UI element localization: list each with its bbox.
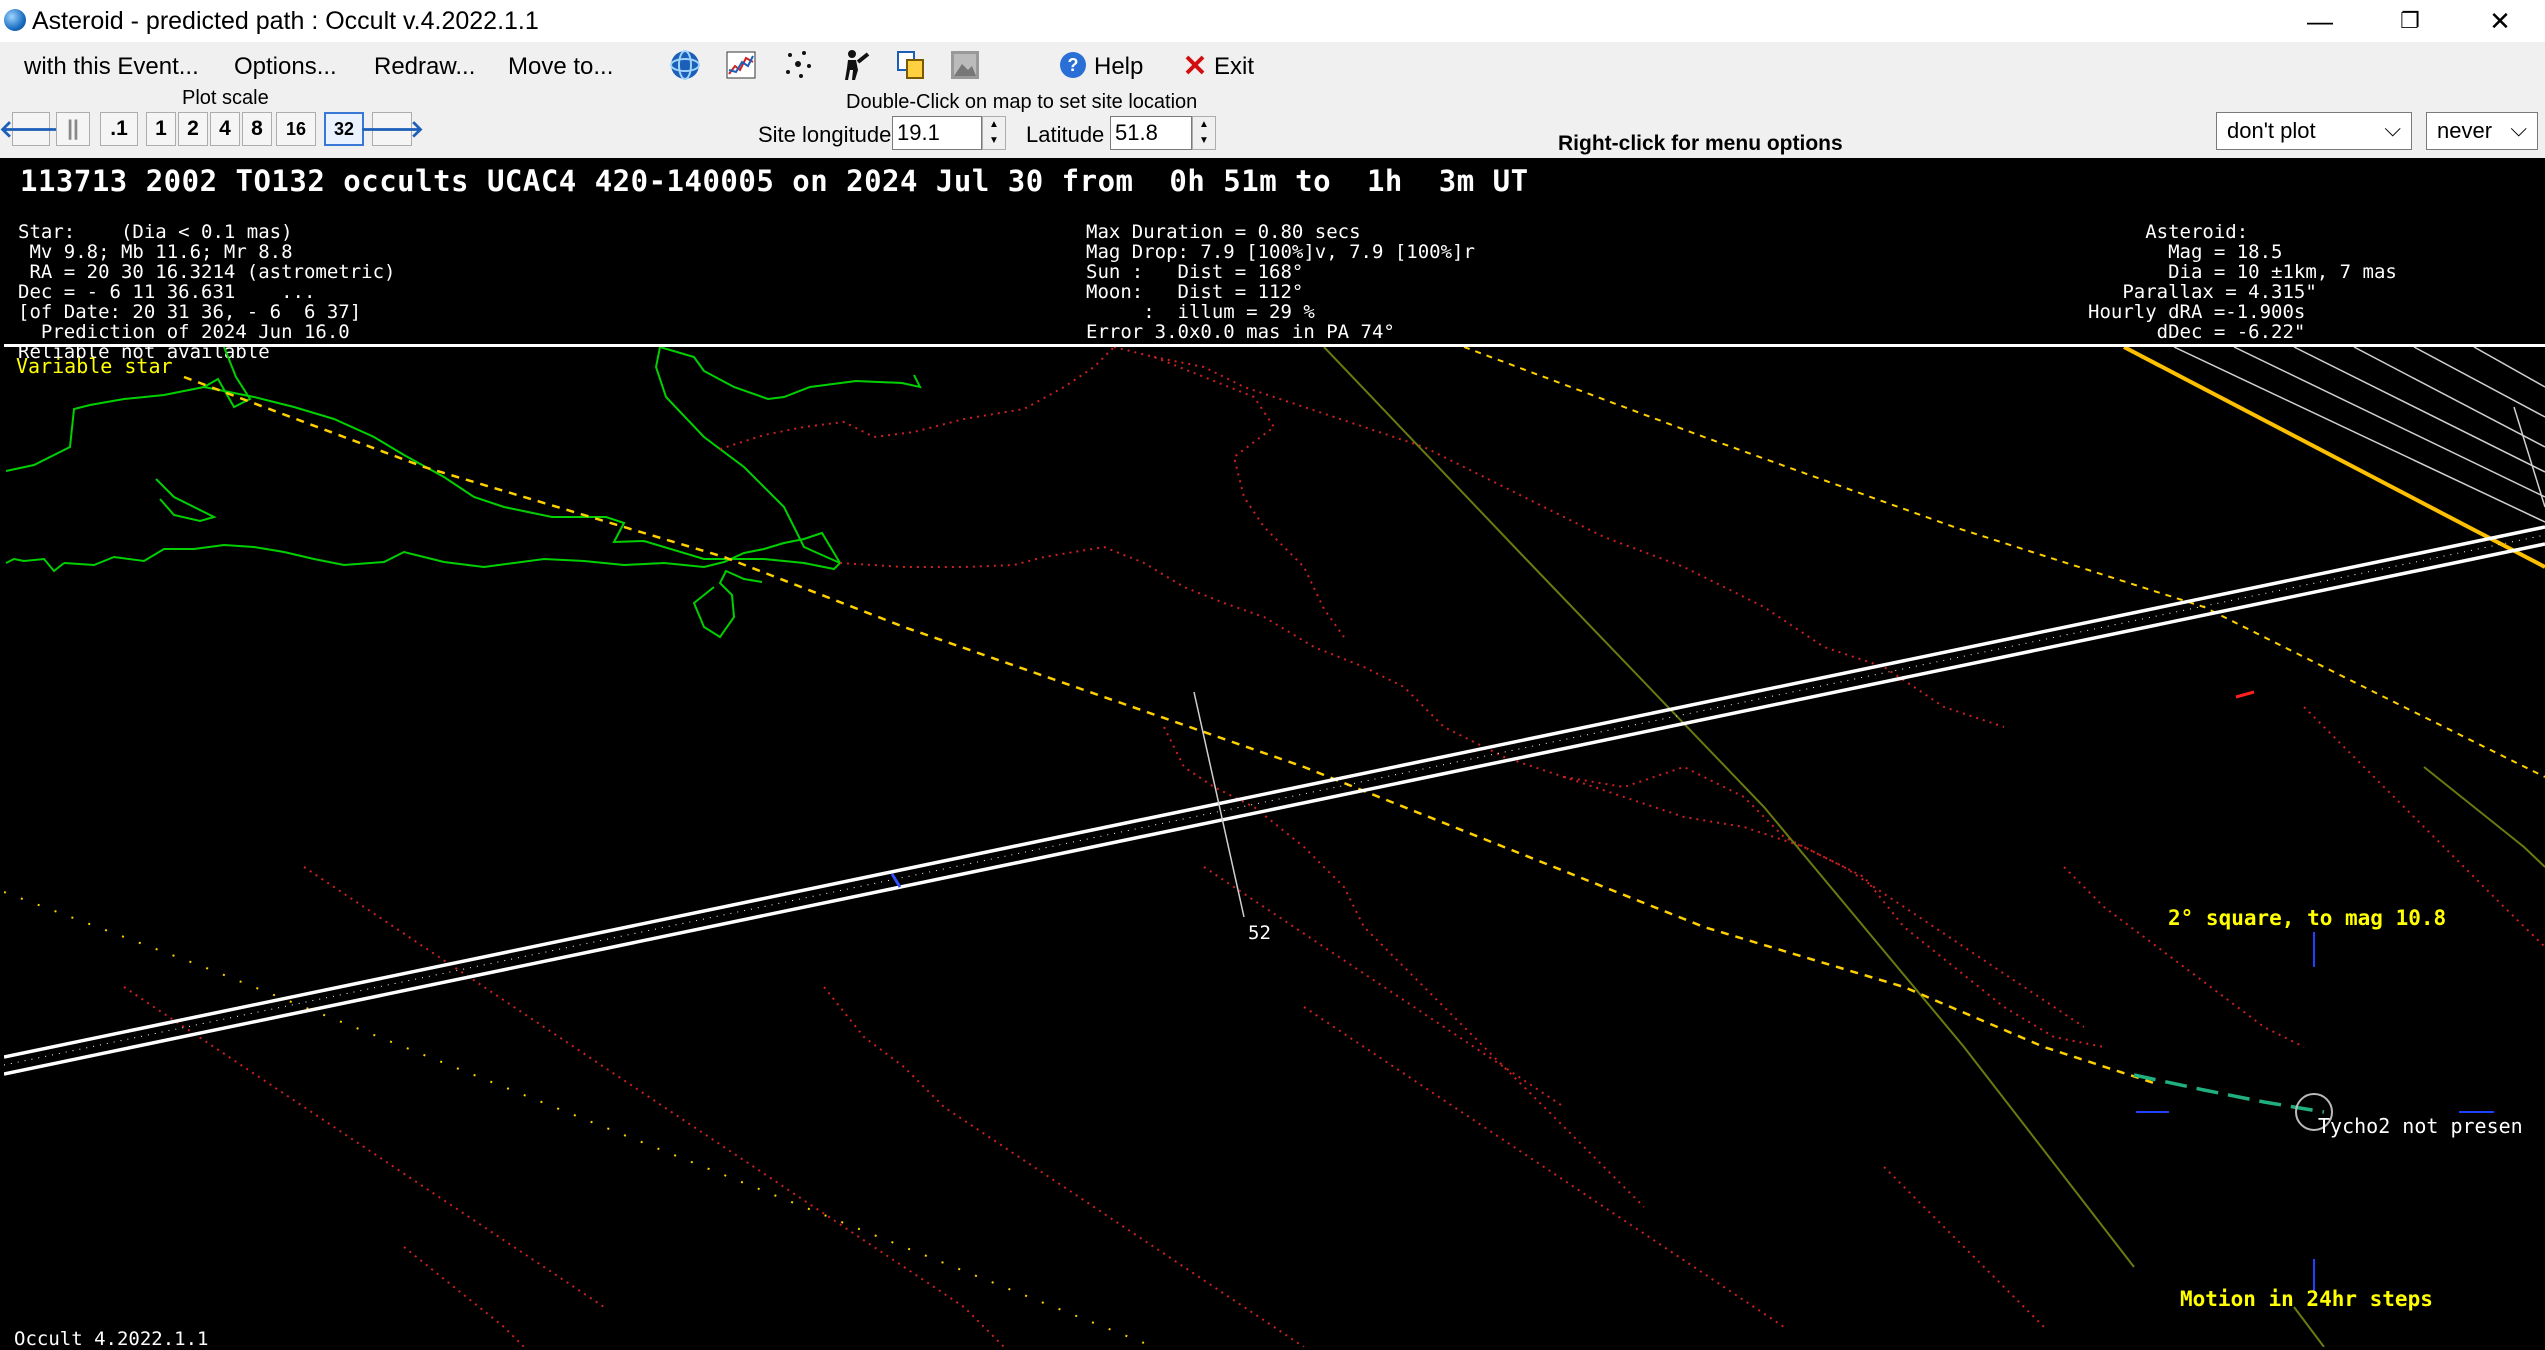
light-curve-icon[interactable] bbox=[724, 48, 758, 82]
event-details: Max Duration = 0.80 secs Mag Drop: 7.9 [… bbox=[1086, 202, 1475, 342]
site-longitude-input[interactable]: 19.1 bbox=[892, 116, 982, 150]
blue-tick bbox=[890, 873, 902, 888]
path-centerline bbox=[4, 534, 2545, 1066]
double-click-hint: Double-Click on map to set site location bbox=[846, 91, 1198, 113]
plot-scale-label: Plot scale bbox=[182, 87, 269, 109]
star-line: Star: (Dia < 0.1 mas) bbox=[18, 221, 293, 243]
never-option-select[interactable]: never ⌵ bbox=[2426, 112, 2538, 150]
never-option-value: never bbox=[2437, 118, 2493, 143]
right-arrow-icon: 🡒 bbox=[359, 116, 425, 143]
latitude-input[interactable]: 51.8 bbox=[1110, 116, 1192, 150]
site-leader-line bbox=[1193, 691, 1245, 918]
asteroid-line: Hourly dRA =-1.900s bbox=[2088, 301, 2306, 323]
asteroid-line: Mag = 18.5 bbox=[2088, 241, 2283, 263]
menu-help[interactable]: Help bbox=[1094, 53, 1143, 81]
solid-yellow-line bbox=[2123, 347, 2545, 569]
scale-button-1[interactable]: 1 bbox=[146, 112, 176, 146]
olive-line-2 bbox=[2423, 766, 2545, 868]
asteroid-line: Parallax = 4.315" bbox=[2088, 281, 2317, 303]
latitude-spinner[interactable]: ▲ ▼ bbox=[1192, 116, 1216, 150]
plot-option-select[interactable]: don't plot ⌵ bbox=[2216, 112, 2412, 150]
asteroid-line: dDec = -6.22" bbox=[2088, 321, 2306, 343]
chevron-down-icon: ⌵ bbox=[2384, 116, 2401, 141]
latitude-label: Latitude bbox=[1026, 122, 1105, 147]
detail-line: Sun : Dist = 168° bbox=[1086, 261, 1304, 283]
image-icon[interactable] bbox=[948, 48, 982, 82]
globe-icon[interactable] bbox=[668, 48, 702, 82]
left-arrow-icon: 🡐 bbox=[0, 116, 64, 143]
red-tick bbox=[2235, 690, 2255, 699]
star-chart-icon[interactable] bbox=[782, 48, 816, 82]
title-bar: Asteroid - predicted path : Occult v.4.2… bbox=[0, 0, 2545, 42]
site-longitude-label: Site longitude bbox=[758, 122, 892, 147]
scale-button-8[interactable]: 8 bbox=[242, 112, 272, 146]
asteroid-line: Asteroid: bbox=[2088, 221, 2249, 243]
menu-options[interactable]: Options... bbox=[234, 53, 337, 81]
olive-line-3 bbox=[2293, 1306, 2325, 1347]
yellow-dotted-line bbox=[4, 891, 1155, 1347]
scale-button-0-1[interactable]: .1 bbox=[100, 112, 138, 146]
menu-redraw[interactable]: Redraw... bbox=[374, 53, 475, 81]
help-icon[interactable]: ? bbox=[1058, 50, 1088, 80]
plot-option-value: don't plot bbox=[2227, 118, 2316, 143]
menu-exit[interactable]: Exit bbox=[1214, 53, 1254, 81]
copy-icon[interactable] bbox=[894, 48, 928, 82]
observer-icon[interactable] bbox=[838, 48, 872, 82]
star-info: Star: (Dia < 0.1 mas) Mv 9.8; Mb 11.6; M… bbox=[18, 202, 396, 362]
exit-x-icon[interactable] bbox=[1182, 52, 1208, 78]
scale-left-arrow-button[interactable]: 🡐 bbox=[0, 112, 63, 146]
asteroid-line: Dia = 10 ±1km, 7 mas bbox=[2088, 261, 2397, 283]
site-longitude-spinner[interactable]: ▲ ▼ bbox=[982, 116, 1006, 150]
menu-move-to[interactable]: Move to... bbox=[508, 53, 613, 81]
site-label: 52 bbox=[1248, 922, 1271, 944]
hatch-lines bbox=[2173, 347, 2545, 523]
scale-button-16[interactable]: 16 bbox=[276, 112, 316, 146]
app-globe-icon bbox=[4, 9, 26, 31]
menu-with-this-event[interactable]: with this Event... bbox=[24, 53, 199, 81]
political-borders bbox=[123, 347, 2545, 1347]
window-title: Asteroid - predicted path : Occult v.4.2… bbox=[32, 7, 539, 35]
svg-text:?: ? bbox=[1068, 55, 1079, 75]
detail-line: Error 3.0x0.0 mas in PA 74° bbox=[1086, 321, 1395, 343]
star-line: Mv 9.8; Mb 11.6; Mr 8.8 bbox=[18, 241, 293, 263]
minimize-button[interactable]: — bbox=[2272, 0, 2368, 42]
scale-right-arrow-button[interactable]: 🡒 bbox=[360, 112, 424, 146]
detail-line: Mag Drop: 7.9 [100%]v, 7.9 [100%]r bbox=[1086, 241, 1475, 263]
scale-button-32[interactable]: 32 bbox=[324, 112, 364, 146]
olive-line bbox=[1323, 347, 2135, 1268]
occultation-path bbox=[4, 525, 2545, 1076]
scale-button-2[interactable]: 2 bbox=[178, 112, 208, 146]
coastlines bbox=[5, 347, 922, 639]
detail-line: : illum = 29 % bbox=[1086, 301, 1315, 323]
chevron-down-icon: ⌵ bbox=[2510, 116, 2527, 141]
square-field-label: 2° square, to mag 10.8 bbox=[2168, 906, 2447, 930]
close-button[interactable]: ✕ bbox=[2452, 0, 2545, 42]
right-click-hint: Right-click for menu options bbox=[1558, 132, 1843, 155]
restore-button[interactable]: ❐ bbox=[2362, 0, 2458, 42]
detail-line: Max Duration = 0.80 secs bbox=[1086, 221, 1361, 243]
event-info-panel: 113713 2002 TO132 occults UCAC4 420-1400… bbox=[4, 158, 2545, 362]
detail-line: Moon: Dist = 112° bbox=[1086, 281, 1304, 303]
yellow-center-path bbox=[183, 375, 2155, 1085]
motion-path bbox=[2133, 1073, 2325, 1114]
motion-steps-label: Motion in 24hr steps bbox=[2180, 1287, 2433, 1311]
square-field-markers bbox=[2136, 932, 2494, 1292]
asteroid-info: Asteroid: Mag = 18.5 Dia = 10 ±1km, 7 ma… bbox=[2088, 202, 2397, 342]
occultation-map[interactable]: 52 bbox=[4, 347, 2545, 1347]
star-line: Prediction of 2024 Jun 16.0 bbox=[18, 321, 350, 343]
scale-button-4[interactable]: 4 bbox=[210, 112, 240, 146]
pause-button[interactable]: || bbox=[56, 112, 90, 146]
star-line: [of Date: 20 31 36, - 6 6 37] bbox=[18, 301, 362, 323]
variable-star-label: Variable star bbox=[16, 354, 173, 378]
event-headline: 113713 2002 TO132 occults UCAC4 420-1400… bbox=[20, 164, 1529, 198]
star-line: Dec = - 6 11 36.631 ... bbox=[18, 281, 316, 303]
star-line: RA = 20 30 16.3214 (astrometric) bbox=[18, 261, 396, 283]
tycho2-label: Tycho2 not presen bbox=[2318, 1114, 2523, 1138]
